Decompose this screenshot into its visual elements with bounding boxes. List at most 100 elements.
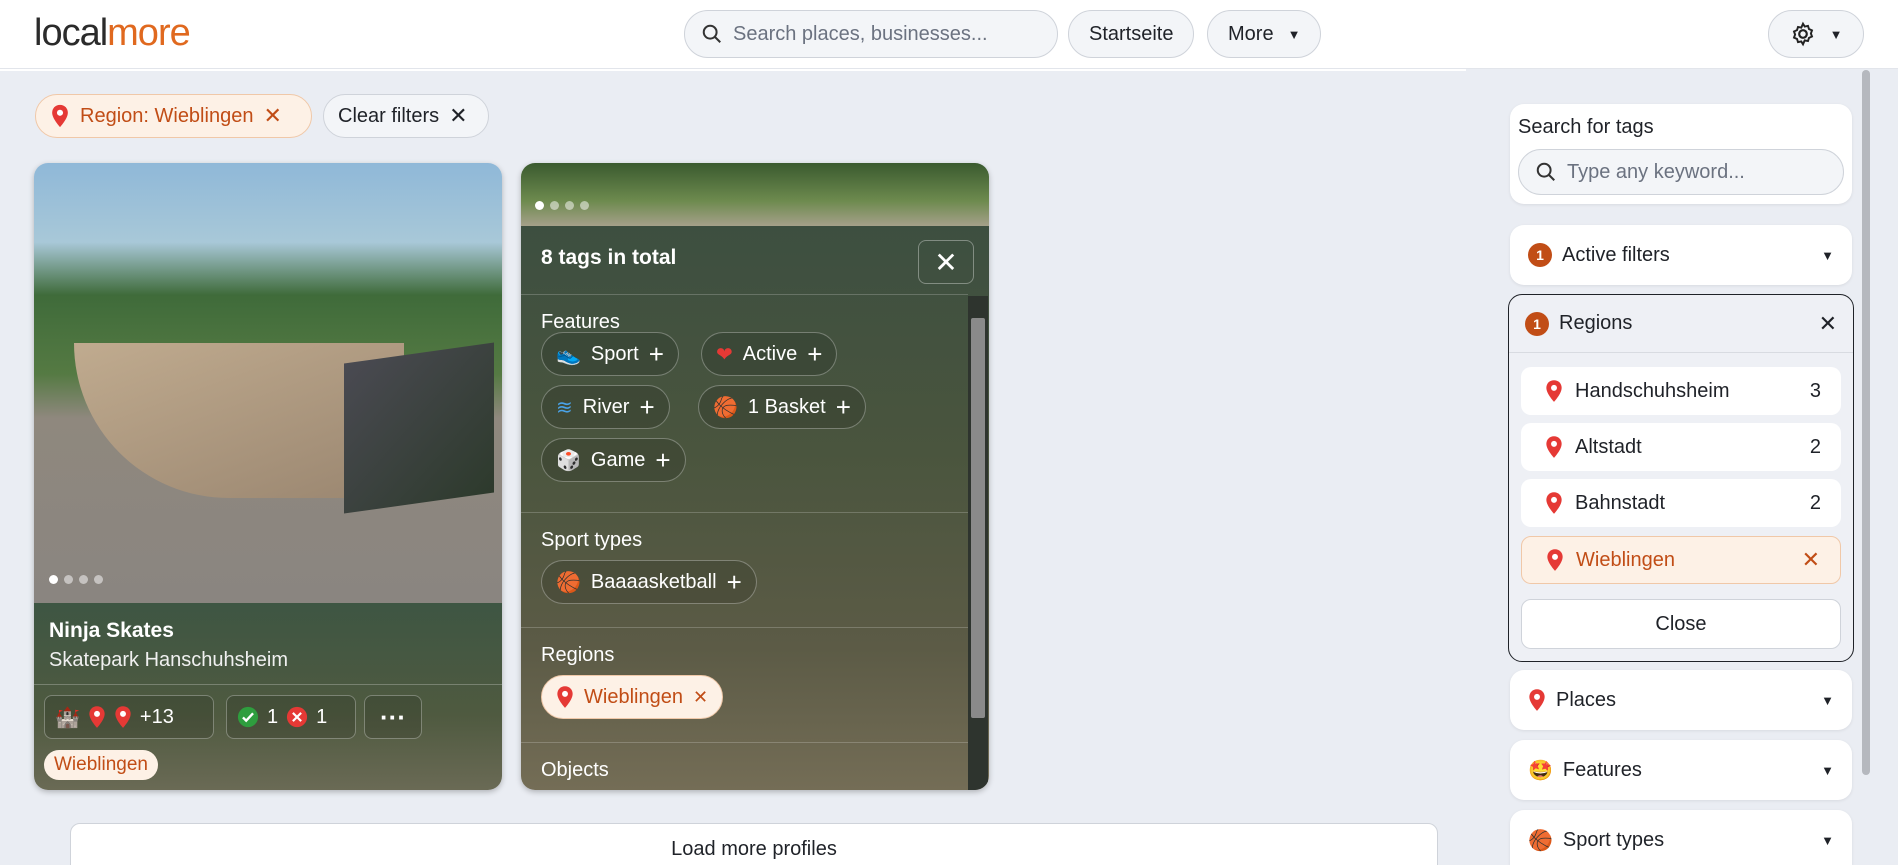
profile-card-tags-open[interactable]: 8 tags in total ✕ Features 👟 Sport + ❤ Acti… <box>521 163 989 790</box>
region-item-bahnstadt[interactable]: Bahnstadt 2 <box>1521 479 1841 527</box>
no-count: 1 <box>316 705 328 728</box>
tag-sport[interactable]: 👟 Sport + <box>541 332 679 376</box>
tag-label: 1 Basket <box>747 395 826 418</box>
active-filters-accordion[interactable]: 1 Active filters ▼ <box>1510 225 1852 285</box>
divider <box>0 69 1466 71</box>
carousel-dots[interactable] <box>49 575 103 584</box>
region-name: Handschuhsheim <box>1575 379 1730 402</box>
tag-river[interactable]: ≋ River + <box>541 385 670 429</box>
tag-label: Game <box>590 448 646 471</box>
plus-icon: + <box>726 567 742 597</box>
basketball-icon: 🏀 <box>713 396 738 419</box>
logo-text-more: more <box>107 12 191 54</box>
region-item-handschuhsheim[interactable]: Handschuhsheim 3 <box>1521 367 1841 415</box>
card-info: Ninja Skates Skatepark Hanschuhsheim 🏰 +… <box>34 603 502 790</box>
accordion-label: Places <box>1556 688 1617 711</box>
accordion-label: Features <box>1562 758 1642 781</box>
map-pin-icon <box>1529 689 1545 711</box>
page-scrollbar[interactable] <box>1862 70 1870 775</box>
sport-types-accordion[interactable]: 🏀 Sport types ▼ <box>1510 810 1852 865</box>
close-icon: ✕ <box>449 103 468 128</box>
region-count: 2 <box>1809 435 1821 458</box>
logo[interactable]: local more <box>34 10 191 56</box>
scrollbar-thumb[interactable] <box>971 318 985 718</box>
more-menu-button[interactable]: More ▼ <box>1207 10 1322 58</box>
home-label: Startseite <box>1089 22 1174 45</box>
regions-accordion: 1 Regions ✕ Handschuhsheim 3 Altstadt 2 … <box>1508 294 1854 662</box>
region-count: 2 <box>1809 491 1821 514</box>
clear-filters-button[interactable]: Clear filters ✕ <box>323 94 489 138</box>
close-icon[interactable]: ✕ <box>263 103 281 129</box>
divider <box>521 627 968 628</box>
home-button[interactable]: Startseite <box>1068 10 1195 58</box>
divider <box>521 512 968 513</box>
sport-types-heading: Sport types <box>541 529 643 551</box>
count-badge: 1 <box>1525 311 1549 336</box>
heart-pulse-icon: ❤ <box>716 343 733 366</box>
objects-heading: Objects <box>541 759 609 781</box>
tag-basketball[interactable]: 🏀 Baaaasketball + <box>541 560 757 604</box>
check-icon <box>237 706 259 728</box>
close-icon[interactable]: ✕ <box>1819 311 1837 337</box>
search-input[interactable]: Search places, businesses... <box>684 10 1058 58</box>
carousel-dots[interactable] <box>535 201 589 210</box>
basketball-icon: 🏀 <box>1528 829 1553 852</box>
yes-count: 1 <box>267 705 279 728</box>
region-name: Altstadt <box>1575 435 1642 458</box>
places-accordion[interactable]: Places ▼ <box>1510 670 1852 730</box>
ellipsis-icon: ··· <box>380 701 406 732</box>
tag-active[interactable]: ❤ Active + <box>701 332 838 376</box>
card-photo-strip <box>521 163 989 226</box>
divider <box>521 742 968 743</box>
tag-region-wieblingen[interactable]: Wieblingen ✕ <box>541 675 724 719</box>
divider <box>34 684 502 685</box>
tag-label: Active <box>742 342 798 365</box>
castle-icon: 🏰 <box>55 706 80 729</box>
region-item-altstadt[interactable]: Altstadt 2 <box>1521 423 1841 471</box>
tag-search-heading: Search for tags <box>1518 116 1654 138</box>
caret-down-icon: ▼ <box>1821 832 1834 848</box>
scrollbar[interactable] <box>968 296 988 790</box>
clear-filters-label: Clear filters <box>338 104 440 127</box>
plus-icon: + <box>655 445 671 475</box>
profile-card[interactable]: Ninja Skates Skatepark Hanschuhsheim 🏰 +… <box>34 163 502 790</box>
basketball-icon: 🏀 <box>556 571 581 594</box>
accordion-label: Regions <box>1559 312 1633 334</box>
search-icon <box>702 24 721 43</box>
skatepark-photo[interactable] <box>34 163 502 603</box>
region-filter-label: Region: Wieblingen <box>80 104 254 127</box>
caret-down-icon: ▼ <box>1821 692 1834 708</box>
tag-search-input[interactable]: Type any keyword... <box>1518 149 1844 195</box>
load-more-label: Load more profiles <box>671 838 837 860</box>
region-item-wieblingen[interactable]: Wieblingen ✕ <box>1521 536 1841 584</box>
logo-text-local: local <box>34 12 108 54</box>
close-button[interactable]: ✕ <box>918 240 974 284</box>
map-pin-icon <box>1547 549 1563 571</box>
close-icon[interactable]: ✕ <box>1802 547 1820 573</box>
plus-icon: + <box>639 392 655 422</box>
map-pin-icon <box>557 686 573 708</box>
region-filter-chip[interactable]: Region: Wieblingen ✕ <box>35 94 312 138</box>
map-pin-icon <box>1546 436 1562 458</box>
settings-button[interactable]: ▼ <box>1768 10 1864 58</box>
features-heading: Features <box>541 311 620 333</box>
dice-icon: 🎲 <box>556 449 581 472</box>
tag-game[interactable]: 🎲 Game + <box>541 438 686 482</box>
map-pin-icon <box>52 104 68 128</box>
more-options-button[interactable]: ··· <box>364 695 422 739</box>
tags-summary-button[interactable]: 🏰 +13 <box>44 695 214 739</box>
load-more-button[interactable]: Load more profiles <box>70 823 1438 865</box>
regions-close-button[interactable]: Close <box>1521 599 1841 649</box>
regions-header[interactable]: 1 Regions ✕ <box>1509 295 1853 353</box>
tags-panel: 8 tags in total ✕ Features 👟 Sport + ❤ Acti… <box>521 226 989 790</box>
votes-button[interactable]: 1 1 <box>226 695 356 739</box>
regions-heading: Regions <box>541 644 615 666</box>
region-tag[interactable]: Wieblingen <box>44 750 158 780</box>
caret-down-icon: ▼ <box>1821 247 1834 263</box>
search-icon <box>1536 162 1555 181</box>
close-icon: ✕ <box>692 686 709 707</box>
tag-basket[interactable]: 🏀 1 Basket + <box>698 385 866 429</box>
features-accordion[interactable]: 🤩 Features ▼ <box>1510 740 1852 800</box>
caret-down-icon: ▼ <box>1821 762 1834 778</box>
map-pin-icon <box>1546 380 1562 402</box>
